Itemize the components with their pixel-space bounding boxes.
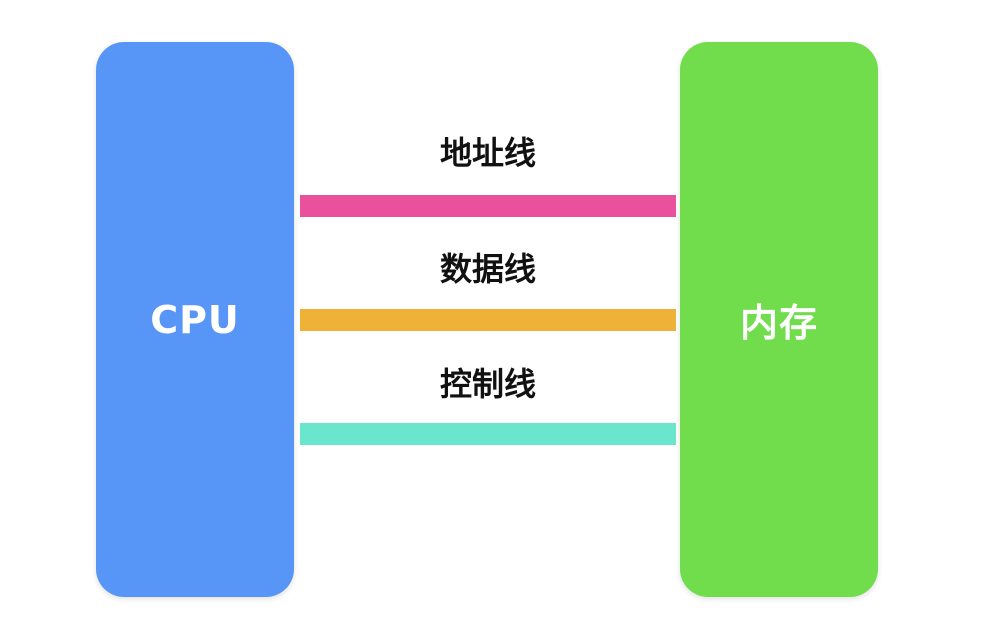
data-bus-line xyxy=(300,309,676,331)
cpu-block: CPU xyxy=(96,42,294,597)
address-bus-line xyxy=(300,195,676,217)
control-bus-line xyxy=(300,423,676,445)
control-bus-label: 控制线 xyxy=(439,365,536,403)
data-bus-label: 数据线 xyxy=(439,250,536,288)
memory-label: 内存 xyxy=(739,301,818,345)
cpu-label: CPU xyxy=(150,297,240,342)
address-bus-label: 地址线 xyxy=(439,134,536,172)
memory-block: 内存 xyxy=(680,42,878,597)
